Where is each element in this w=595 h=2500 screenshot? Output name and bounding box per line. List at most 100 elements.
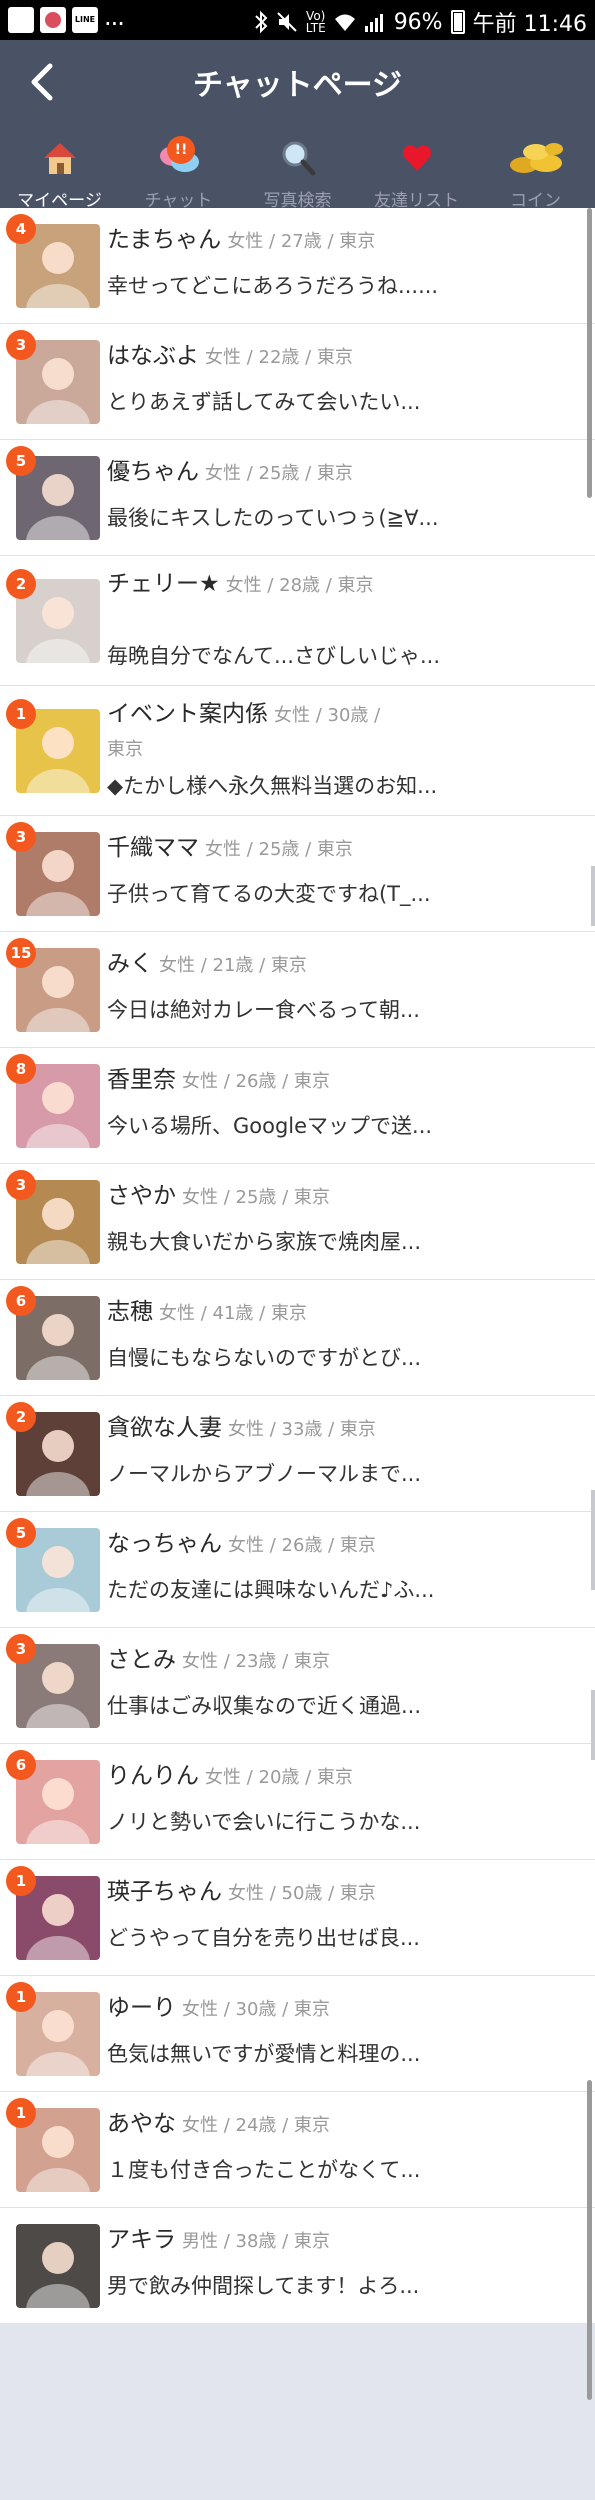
last-message: ただの友達には興味ないんだ♪ふ... [107, 1578, 435, 1602]
last-message: 幸せってどこにあろうだろうね...... [107, 274, 439, 298]
bluetooth-icon [255, 10, 268, 34]
chat-row[interactable]: 2 貪欲な人妻 女性 / 33歳 / 東京ノーマルからアブノーマルまで... [0, 1396, 595, 1512]
chat-row[interactable]: 1 ゆーり 女性 / 30歳 / 東京 色気は無いですが愛情と料理の... [0, 1976, 595, 2092]
user-name: みく [107, 951, 153, 977]
last-message: とりあえず話してみて会いたい... [107, 390, 421, 414]
nav-tabs: マイページ !! チャット 写真検索 友達リスト コイン [0, 136, 595, 211]
avatar[interactable] [16, 2224, 100, 2308]
chat-header: イベント案内係 女性 / 30歳 / 東京 [107, 698, 387, 766]
unread-badge: 3 [6, 330, 36, 360]
chat-row[interactable]: 3 千織ママ 女性 / 25歳 / 東京 子供って育てるの大変ですね(T_... [0, 816, 595, 932]
wifi-icon [334, 14, 355, 31]
user-meta: 女性 / 27歳 / 東京 [227, 231, 376, 252]
user-meta: 女性 / 33歳 / 東京 [228, 1419, 376, 1440]
chat-header: 香里奈 女性 / 26歳 / 東京 [107, 1064, 387, 1098]
gallery-notification-icon [8, 7, 34, 33]
chat-row[interactable]: 5 優ちゃん 女性 / 25歳 / 東京 最後にキスしたのっていつぅ(≧∀... [0, 440, 595, 556]
unread-badge: 15 [6, 938, 36, 968]
unread-badge: 3 [6, 1634, 36, 1664]
chat-header: はなぶよ 女性 / 22歳 / 東京 [107, 340, 387, 374]
chat-row[interactable]: 1 あやな 女性 / 24歳 / 東京 １度も付き合ったことがなくて... [0, 2092, 595, 2208]
signal-icon [364, 14, 383, 32]
chat-header: みく 女性 / 21歳 / 東京 [107, 948, 387, 982]
app-header: チャットページ マイページ !! チャット 写真検索 友達リスト コイン [0, 40, 595, 211]
chat-row[interactable]: 5 なっちゃん 女性 / 26歳 / 東京 ただの友達には興味ないんだ♪ふ... [0, 1512, 595, 1628]
chat-header: 貪欲な人妻 女性 / 33歳 / 東京 [107, 1412, 387, 1446]
last-message: 今いる場所、Googleマップで送... [107, 1114, 433, 1138]
chat-header: たまちゃん 女性 / 27歳 / 東京 [107, 224, 387, 258]
volte-indicator: Vo) LTE [305, 9, 326, 35]
chat-header: 優ちゃん 女性 / 25歳 / 東京 [107, 456, 387, 490]
chat-header: 千織ママ 女性 / 25歳 / 東京 [107, 832, 387, 866]
chat-row[interactable]: 3 さやか 女性 / 25歳 / 東京 親も大食いだから家族で焼肉屋... [0, 1164, 595, 1280]
edge-handle[interactable] [591, 1690, 595, 1760]
user-meta: 女性 / 26歳 / 東京 [182, 1071, 330, 1092]
chat-row[interactable]: 3 さとみ 女性 / 23歳 / 東京仕事はごみ収集なので近く通過... [0, 1628, 595, 1744]
chat-row[interactable]: 8 香里奈 女性 / 26歳 / 東京 今いる場所、Googleマップで送... [0, 1048, 595, 1164]
user-name: 千織ママ [107, 835, 199, 861]
chat-row[interactable]: 4 たまちゃん 女性 / 27歳 / 東京 幸せってどこにあろうだろうね...... [0, 208, 595, 324]
user-meta: 女性 / 50歳 / 東京 [228, 1883, 376, 1904]
unread-badge: 2 [6, 569, 36, 599]
scrollbar[interactable] [587, 2080, 592, 2400]
user-meta: 女性 / 26歳 / 東京 [228, 1535, 376, 1556]
user-name: なっちゃん [107, 1531, 222, 1557]
chat-header: アキラ 男性 / 38歳 / 東京 [107, 2224, 387, 2258]
unread-badge: 6 [6, 1750, 36, 1780]
user-meta: 女性 / 21歳 / 東京 [159, 955, 307, 976]
user-name: たまちゃん [107, 227, 222, 253]
chat-row[interactable]: 6 りんりん 女性 / 20歳 / 東京 ノリと勢いで会いに行こうかな... [0, 1744, 595, 1860]
unread-badge: 2 [6, 1402, 36, 1432]
tab-coin[interactable]: コイン [476, 136, 595, 211]
tab-photo-search[interactable]: 写真検索 [238, 136, 357, 211]
edge-handle[interactable] [591, 1490, 595, 1590]
user-name: あやな [107, 2111, 176, 2137]
last-message: 最後にキスしたのっていつぅ(≧∀... [107, 506, 439, 530]
last-message: ◆たかし様へ永久無料当選のお知... [107, 774, 438, 798]
chat-row[interactable]: アキラ 男性 / 38歳 / 東京男で飲み仲間探してます！よろ... [0, 2208, 595, 2324]
last-message: 男で飲み仲間探してます！よろ... [107, 2274, 420, 2298]
user-name: さやか [107, 1183, 176, 1209]
user-meta: 女性 / 30歳 / 東京 [182, 1999, 330, 2020]
mute-icon [277, 12, 297, 32]
user-meta: 女性 / 25歳 / 東京 [205, 839, 353, 860]
user-name: チェリー★ [107, 571, 220, 597]
chat-header: さとみ 女性 / 23歳 / 東京 [107, 1644, 387, 1678]
chat-header: さやか 女性 / 25歳 / 東京 [107, 1180, 387, 1214]
chat-header: りんりん 女性 / 20歳 / 東京 [107, 1760, 387, 1794]
user-name: りんりん [107, 1763, 199, 1789]
chat-header: なっちゃん 女性 / 26歳 / 東京 [107, 1528, 387, 1562]
chat-row[interactable]: 1 瑛子ちゃん 女性 / 50歳 / 東京 どうやって自分を売り出せば良... [0, 1860, 595, 1976]
last-message: 色気は無いですが愛情と料理の... [107, 2042, 421, 2066]
unread-badge: 1 [6, 699, 36, 729]
user-name: 志穂 [107, 1299, 153, 1325]
user-meta: 女性 / 28歳 / 東京 [225, 575, 374, 596]
last-message: 仕事はごみ収集なので近く通過... [107, 1694, 422, 1718]
last-message: 親も大食いだから家族で焼肉屋... [107, 1230, 422, 1254]
page-title: チャットページ [192, 68, 403, 103]
chat-alert-badge: !! [167, 136, 195, 164]
tab-chat[interactable]: !! チャット [119, 136, 238, 211]
battery-icon [450, 10, 465, 34]
clock: 午前 11:46 [472, 12, 587, 37]
magnifier-icon [282, 141, 315, 176]
chat-row[interactable]: 3 はなぶよ 女性 / 22歳 / 東京とりあえず話してみて会いたい... [0, 324, 595, 440]
user-meta: 女性 / 23歳 / 東京 [182, 1651, 330, 1672]
user-name: 瑛子ちゃん [107, 1879, 222, 1905]
chat-row[interactable]: 1 イベント案内係 女性 / 30歳 / 東京 ◆たかし様へ永久無料当選のお知... [0, 686, 595, 816]
chat-header: 志穂 女性 / 41歳 / 東京 [107, 1296, 387, 1330]
more-notifications-icon: ... [104, 3, 125, 31]
edge-handle[interactable] [591, 866, 595, 926]
chat-row[interactable]: 2 チェリー★ 女性 / 28歳 / 東京 毎晩自分でなんて...さびしいじゃ... [0, 556, 595, 686]
user-name: ゆーり [107, 1995, 176, 2021]
scrollbar[interactable] [587, 208, 592, 498]
last-message: ノーマルからアブノーマルまで... [107, 1462, 422, 1486]
tab-friend-list[interactable]: 友達リスト [357, 136, 476, 211]
chat-header: 瑛子ちゃん 女性 / 50歳 / 東京 [107, 1876, 387, 1910]
tab-mypage[interactable]: マイページ [0, 136, 119, 211]
chat-row[interactable]: 6 志穂 女性 / 41歳 / 東京 自慢にもならないのですがとび... [0, 1280, 595, 1396]
user-name: アキラ [107, 2227, 176, 2253]
user-meta: 女性 / 25歳 / 東京 [205, 463, 353, 484]
chat-row[interactable]: 15 みく 女性 / 21歳 / 東京 今日は絶対カレー食べるって朝... [0, 932, 595, 1048]
chat-list: 4 たまちゃん 女性 / 27歳 / 東京 幸せってどこにあろうだろうね...... 3… [0, 208, 595, 2324]
